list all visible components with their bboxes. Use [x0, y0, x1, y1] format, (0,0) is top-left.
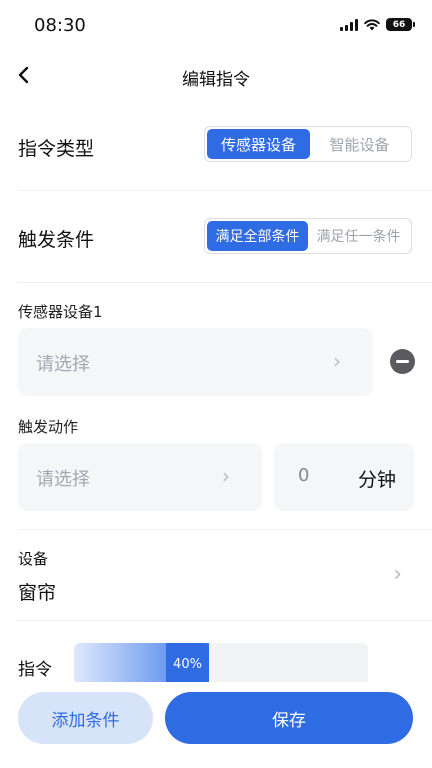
- remove-sensor-icon[interactable]: [390, 349, 415, 374]
- chevron-right-icon: ›: [333, 349, 341, 373]
- trigger-condition-label: 触发条件: [18, 229, 95, 251]
- minutes-value: 0: [298, 465, 310, 486]
- add-condition-button[interactable]: 添加条件: [18, 692, 153, 744]
- nav-bar: 编辑指令: [0, 52, 432, 100]
- divider: [18, 282, 432, 283]
- command-level-slider[interactable]: 40%: [74, 643, 368, 685]
- sensor-select-placeholder: 请选择: [36, 354, 90, 375]
- trigger-condition-segmented: 满足全部条件 满足任一条件: [204, 218, 412, 254]
- cellular-signal-icon: [340, 18, 358, 31]
- chevron-right-icon: ›: [222, 464, 230, 488]
- trigger-action-select[interactable]: 请选择 ›: [18, 443, 262, 511]
- command-type-segmented: 传感器设备 智能设备: [204, 126, 412, 162]
- battery-icon: 66: [386, 18, 415, 31]
- page-title: 编辑指令: [182, 70, 250, 90]
- minutes-input[interactable]: 0 分钟: [274, 443, 414, 511]
- divider: [18, 529, 432, 530]
- device-label: 设备: [18, 550, 49, 568]
- sensor-device-select[interactable]: 请选择 ›: [18, 328, 373, 396]
- divider: [18, 620, 432, 621]
- status-icons: 66: [340, 18, 415, 31]
- status-time: 08:30: [34, 15, 86, 36]
- chevron-right-icon[interactable]: ›: [393, 562, 402, 587]
- status-bar: 08:30 66: [0, 0, 432, 52]
- segment-sensor-device[interactable]: 传感器设备: [207, 129, 310, 159]
- command-type-label: 指令类型: [18, 138, 95, 160]
- device-value[interactable]: 窗帘: [18, 578, 56, 605]
- bottom-action-bar: 添加条件 保存: [0, 682, 432, 768]
- segment-all-conditions[interactable]: 满足全部条件: [207, 221, 308, 251]
- segment-smart-device[interactable]: 智能设备: [310, 129, 409, 159]
- minutes-unit: 分钟: [357, 469, 396, 491]
- slider-thumb[interactable]: 40%: [166, 643, 209, 685]
- wifi-icon: [364, 18, 380, 30]
- save-button[interactable]: 保存: [165, 692, 413, 744]
- trigger-action-label: 触发动作: [18, 418, 79, 436]
- sensor-device-label: 传感器设备1: [18, 303, 103, 321]
- action-select-placeholder: 请选择: [36, 469, 90, 490]
- command-label: 指令: [18, 660, 52, 680]
- segment-any-condition[interactable]: 满足任一条件: [308, 221, 409, 251]
- divider: [18, 190, 432, 191]
